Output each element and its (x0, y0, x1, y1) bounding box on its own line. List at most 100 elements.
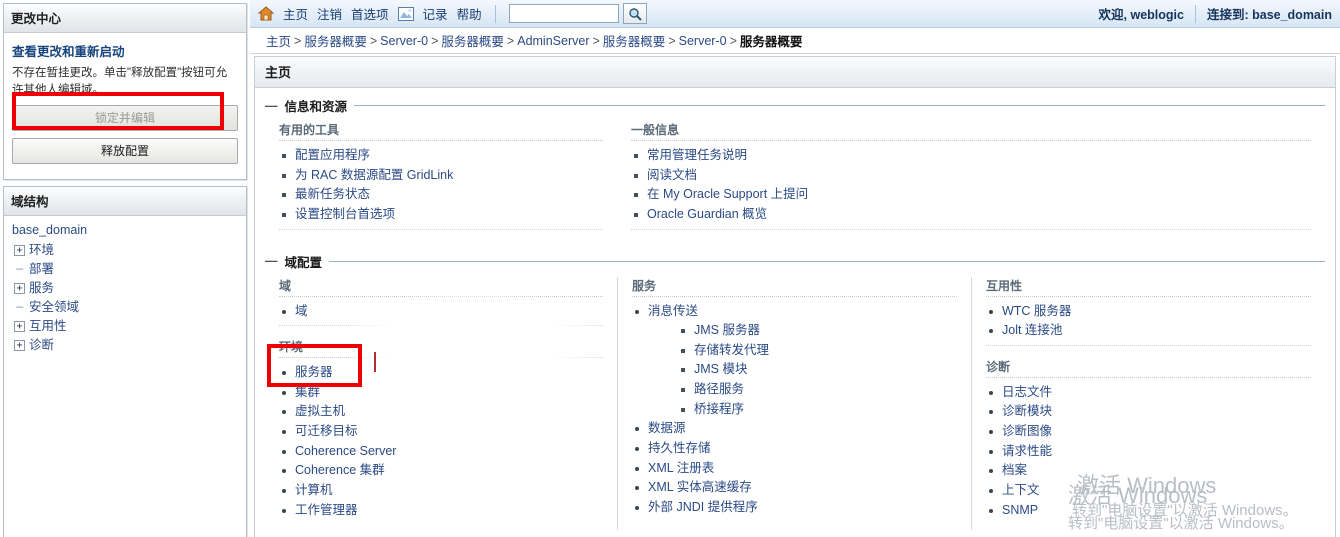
link-work-managers[interactable]: 工作管理器 (295, 503, 358, 517)
link-diagnostic-images[interactable]: 诊断图像 (1002, 424, 1052, 438)
link-log-files[interactable]: 日志文件 (1002, 385, 1052, 399)
link-archives[interactable]: 档案 (1002, 463, 1027, 477)
tree-node-label[interactable]: 互用性 (29, 317, 67, 336)
link-common-admin-tasks[interactable]: 常用管理任务说明 (647, 148, 747, 162)
breadcrumb-item[interactable]: 服务器概要 (441, 31, 504, 50)
topbar-link-help[interactable]: 帮助 (457, 4, 482, 23)
link-set-console-preferences[interactable]: 设置控制台首选项 (295, 207, 395, 221)
tree-node-diagnostics[interactable]: + 诊断 (10, 336, 240, 355)
link-bridges[interactable]: 桥接程序 (694, 402, 744, 416)
list-item[interactable]: 上下文 (986, 483, 1311, 499)
link-jms-servers[interactable]: JMS 服务器 (694, 323, 760, 337)
breadcrumb-item[interactable]: Server-0 (679, 34, 727, 48)
breadcrumb-item[interactable]: 服务器概要 (304, 31, 367, 50)
link-ask-my-oracle-support[interactable]: 在 My Oracle Support 上提问 (647, 187, 808, 201)
tree-node-interoperability[interactable]: + 互用性 (10, 317, 240, 336)
link-wtc-servers[interactable]: WTC 服务器 (1002, 304, 1071, 318)
list-item[interactable]: 域 (279, 304, 603, 320)
list-item[interactable]: 档案 (986, 463, 1311, 479)
list-item[interactable]: JMS 模块 (678, 362, 957, 378)
list-item[interactable]: 路径服务 (678, 382, 957, 398)
breadcrumb-item[interactable]: 主页 (266, 31, 291, 50)
link-request-performance[interactable]: 请求性能 (1002, 444, 1052, 458)
link-jms-modules[interactable]: JMS 模块 (694, 362, 747, 376)
link-xml-entity-caches[interactable]: XML 实体高速缓存 (648, 480, 752, 494)
list-item[interactable]: 最新任务状态 (279, 187, 603, 203)
link-servers[interactable]: 服务器 (295, 365, 333, 379)
list-item[interactable]: 配置应用程序 (279, 148, 603, 164)
link-recent-task-status[interactable]: 最新任务状态 (295, 187, 370, 201)
list-item[interactable]: 工作管理器 (279, 503, 603, 519)
tree-node-services[interactable]: + 服务 (10, 279, 240, 298)
list-item[interactable]: 日志文件 (986, 385, 1311, 401)
list-item[interactable]: XML 注册表 (632, 461, 957, 477)
link-clusters[interactable]: 集群 (295, 385, 320, 399)
tree-node-label[interactable]: 部署 (29, 260, 54, 279)
list-item[interactable]: 常用管理任务说明 (631, 148, 1311, 164)
list-item[interactable]: 数据源 (632, 421, 957, 437)
link-foreign-jndi-providers[interactable]: 外部 JNDI 提供程序 (648, 500, 758, 514)
link-coherence-clusters[interactable]: Coherence 集群 (295, 463, 385, 477)
list-item[interactable]: 阅读文档 (631, 168, 1311, 184)
link-virtual-hosts[interactable]: 虚拟主机 (295, 404, 345, 418)
breadcrumb-item[interactable]: 服务器概要 (603, 31, 666, 50)
list-item[interactable]: 集群 (279, 385, 603, 401)
link-path-services[interactable]: 路径服务 (694, 382, 744, 396)
breadcrumb-item[interactable]: Server-0 (380, 34, 428, 48)
list-item[interactable]: 在 My Oracle Support 上提问 (631, 187, 1311, 203)
link-machines[interactable]: 计算机 (295, 483, 333, 497)
list-item[interactable]: JMS 服务器 (678, 323, 957, 339)
list-item[interactable]: XML 实体高速缓存 (632, 480, 957, 496)
record-icon[interactable] (397, 6, 414, 21)
breadcrumb-item[interactable]: AdminServer (517, 34, 589, 48)
list-item[interactable]: Coherence 集群 (279, 463, 603, 479)
list-item[interactable]: Coherence Server (279, 444, 603, 460)
link-read-documentation[interactable]: 阅读文档 (647, 168, 697, 182)
topbar-link-record[interactable]: 记录 (423, 4, 448, 23)
link-data-sources[interactable]: 数据源 (648, 421, 686, 435)
list-item[interactable]: 诊断图像 (986, 424, 1311, 440)
link-diagnostic-modules[interactable]: 诊断模块 (1002, 404, 1052, 418)
home-icon[interactable] (258, 6, 274, 21)
tree-node-label[interactable]: 环境 (29, 241, 54, 260)
tree-node-environment[interactable]: + 环境 (10, 241, 240, 260)
list-item[interactable]: 设置控制台首选项 (279, 207, 603, 223)
tree-node-label[interactable]: 安全领域 (29, 298, 79, 317)
domain-tree-root[interactable]: base_domain (10, 221, 240, 240)
expand-icon[interactable]: + (14, 339, 25, 351)
tree-node-security-realms[interactable]: ─ 安全领域 (10, 298, 240, 317)
list-item[interactable]: 可迁移目标 (279, 424, 603, 440)
link-domain[interactable]: 域 (295, 304, 308, 318)
list-item[interactable]: Oracle Guardian 概览 (631, 207, 1311, 223)
link-coherence-server[interactable]: Coherence Server (295, 444, 396, 458)
topbar-link-preferences[interactable]: 首选项 (351, 4, 389, 23)
link-persistent-stores[interactable]: 持久性存储 (648, 441, 711, 455)
expand-icon[interactable]: + (14, 244, 25, 256)
list-item[interactable]: 外部 JNDI 提供程序 (632, 500, 957, 516)
list-item[interactable]: 桥接程序 (678, 402, 957, 418)
topbar-link-logout[interactable]: 注销 (317, 4, 342, 23)
link-configure-gridlink-rac[interactable]: 为 RAC 数据源配置 GridLink (295, 168, 453, 182)
link-migratable-targets[interactable]: 可迁移目标 (295, 424, 358, 438)
tree-node-deployments[interactable]: ─ 部署 (10, 260, 240, 279)
lock-and-edit-button[interactable]: 锁定并编辑 (12, 105, 238, 132)
tree-node-label[interactable]: 服务 (29, 279, 54, 298)
list-item[interactable]: 请求性能 (986, 444, 1311, 460)
release-configuration-button[interactable]: 释放配置 (12, 138, 238, 165)
list-item[interactable]: SNMP (986, 503, 1311, 519)
list-item[interactable]: 虚拟主机 (279, 404, 603, 420)
list-item[interactable]: 持久性存储 (632, 441, 957, 457)
search-button[interactable] (622, 3, 647, 24)
expand-icon[interactable]: + (14, 282, 25, 294)
link-context[interactable]: 上下文 (1002, 483, 1040, 497)
search-input[interactable] (508, 4, 619, 23)
list-item[interactable]: 诊断模块 (986, 404, 1311, 420)
list-item[interactable]: 为 RAC 数据源配置 GridLink (279, 168, 603, 184)
view-changes-and-restarts-link[interactable]: 查看更改和重新启动 (12, 41, 238, 60)
list-item[interactable]: 计算机 (279, 483, 603, 499)
link-snmp[interactable]: SNMP (1002, 503, 1038, 517)
expand-icon[interactable]: + (14, 320, 25, 332)
topbar-link-home[interactable]: 主页 (283, 4, 308, 23)
link-store-and-forward-agents[interactable]: 存储转发代理 (694, 343, 769, 357)
link-messaging[interactable]: 消息传送 (648, 304, 698, 318)
